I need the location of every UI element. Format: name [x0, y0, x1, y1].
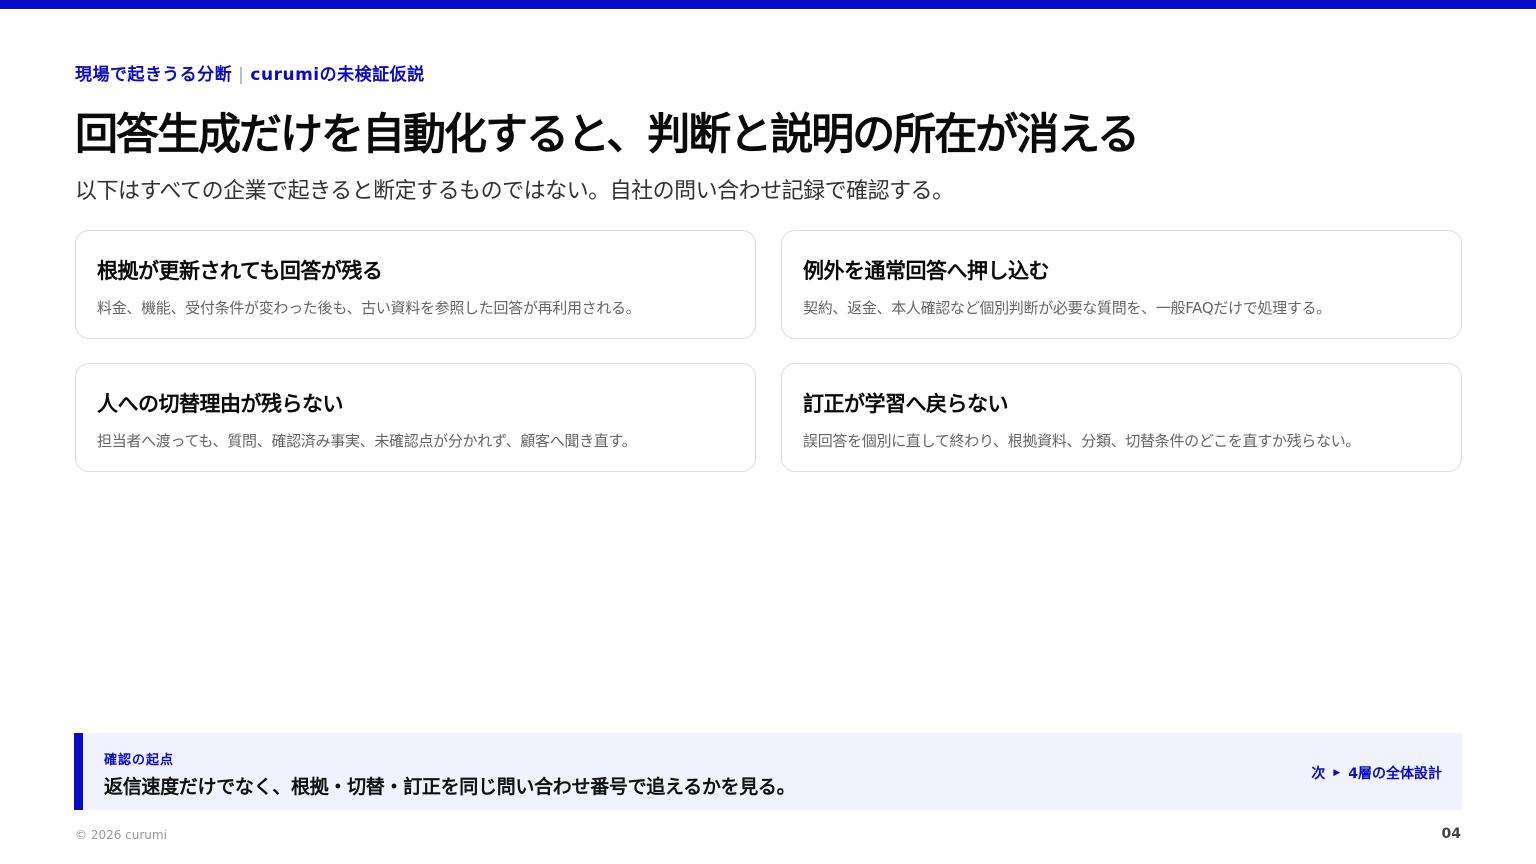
next-section-link[interactable]: 次 ▶ 4層の全体設計: [1311, 763, 1442, 783]
section-eyebrow: 現場で起きうる分断 | curumiの未検証仮説: [75, 60, 425, 85]
card-title: 人への切替理由が残らない: [97, 392, 344, 416]
hypothesis-card: 訂正が学習へ戻らない 誤回答を個別に直して終わり、根拠資料、分類、切替条件のどこ…: [781, 363, 1462, 472]
card-title: 例外を通常回答へ押し込む: [803, 259, 1050, 283]
card-title: 訂正が学習へ戻らない: [803, 392, 1009, 416]
hypothesis-card: 例外を通常回答へ押し込む 契約、返金、本人確認など個別判断が必要な質問を、一般F…: [781, 230, 1462, 339]
top-accent-bar: [0, 0, 1536, 9]
hypothesis-card: 根拠が更新されても回答が残る 料金、機能、受付条件が変わった後も、古い資料を参照…: [75, 230, 756, 339]
slide-title: 回答生成だけを自動化すると、判断と説明の所在が消える: [75, 110, 1140, 160]
next-prefix: 次: [1311, 766, 1326, 782]
eyebrow-separator: |: [238, 65, 245, 85]
callout-label: 確認の起点: [104, 753, 175, 768]
eyebrow-hypothesis-label: curumiの未検証仮説: [250, 65, 425, 85]
card-body: 料金、機能、受付条件が変わった後も、古い資料を参照した回答が再利用される。: [97, 299, 641, 317]
page-number: 04: [1441, 826, 1461, 842]
card-body: 契約、返金、本人確認など個別判断が必要な質問を、一般FAQだけで処理する。: [803, 299, 1331, 317]
card-title: 根拠が更新されても回答が残る: [97, 259, 383, 283]
eyebrow-section-label: 現場で起きうる分断: [75, 65, 233, 85]
next-section-label: 4層の全体設計: [1348, 766, 1442, 782]
slide-subtitle: 以下はすべての企業で起きると断定するものではない。自社の問い合わせ記録で確認する…: [75, 179, 954, 204]
key-point-callout: 確認の起点 返信速度だけでなく、根拠・切替・訂正を同じ問い合わせ番号で追えるかを…: [74, 733, 1462, 810]
card-body: 担当者へ渡っても、質問、確認済み事実、未確認点が分かれず、顧客へ聞き直す。: [97, 432, 637, 450]
hypothesis-card: 人への切替理由が残らない 担当者へ渡っても、質問、確認済み事実、未確認点が分かれ…: [75, 363, 756, 472]
copyright-notice: © 2026 curumi: [75, 828, 167, 842]
callout-text: 返信速度だけでなく、根拠・切替・訂正を同じ問い合わせ番号で追えるかを見る。: [104, 776, 796, 798]
card-body: 誤回答を個別に直して終わり、根拠資料、分類、切替条件のどこを直すか残らない。: [803, 432, 1361, 450]
play-arrow-icon: ▶: [1333, 768, 1341, 778]
